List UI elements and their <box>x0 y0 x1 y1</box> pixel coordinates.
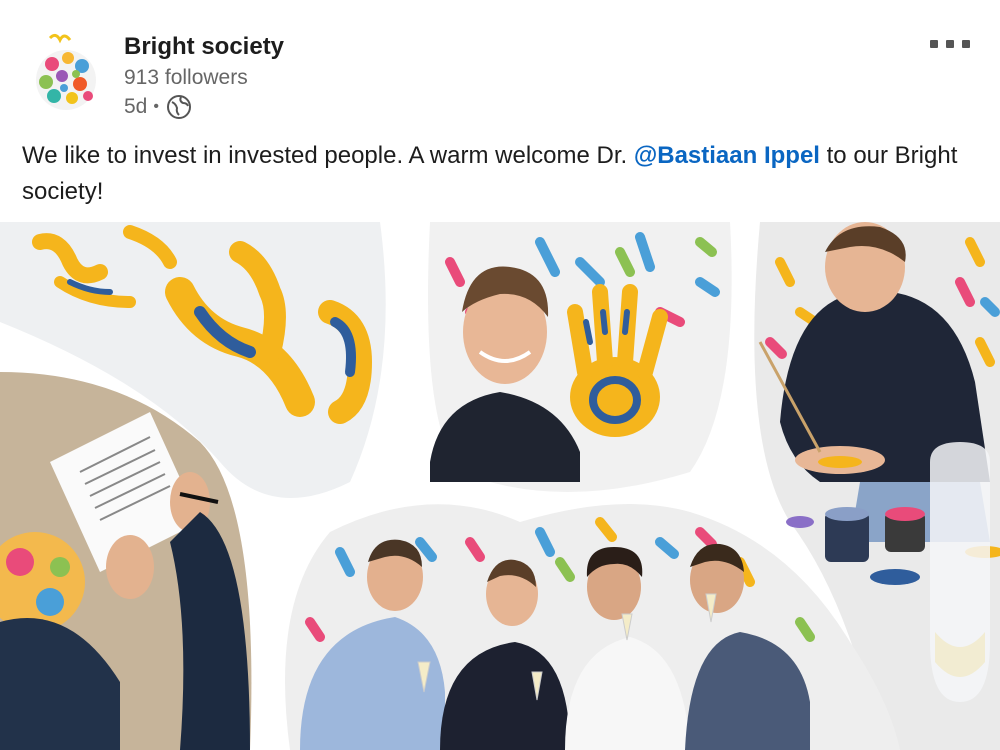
post-text-before: We like to invest in invested people. A … <box>22 142 634 169</box>
post-text: We like to invest in invested people. A … <box>22 138 982 210</box>
bright-society-logo-icon[interactable] <box>28 30 102 116</box>
company-name[interactable]: Bright society <box>124 33 284 61</box>
meta-separator: • <box>153 98 159 115</box>
post-meta: 5d • <box>124 94 192 120</box>
portrait-painted-hand-photo <box>428 222 732 492</box>
post-image[interactable] <box>0 222 1000 750</box>
post-header: Bright society 913 followers 5d • <box>0 0 1000 130</box>
globe-icon <box>166 94 192 120</box>
more-options-icon[interactable] <box>930 36 970 52</box>
mention-link[interactable]: @Bastiaan Ippel <box>634 142 820 169</box>
follower-count: 913 followers <box>124 66 248 89</box>
post-time: 5d <box>124 95 148 118</box>
dot-icon <box>962 40 970 48</box>
dot-icon <box>930 40 938 48</box>
dot-icon <box>946 40 954 48</box>
